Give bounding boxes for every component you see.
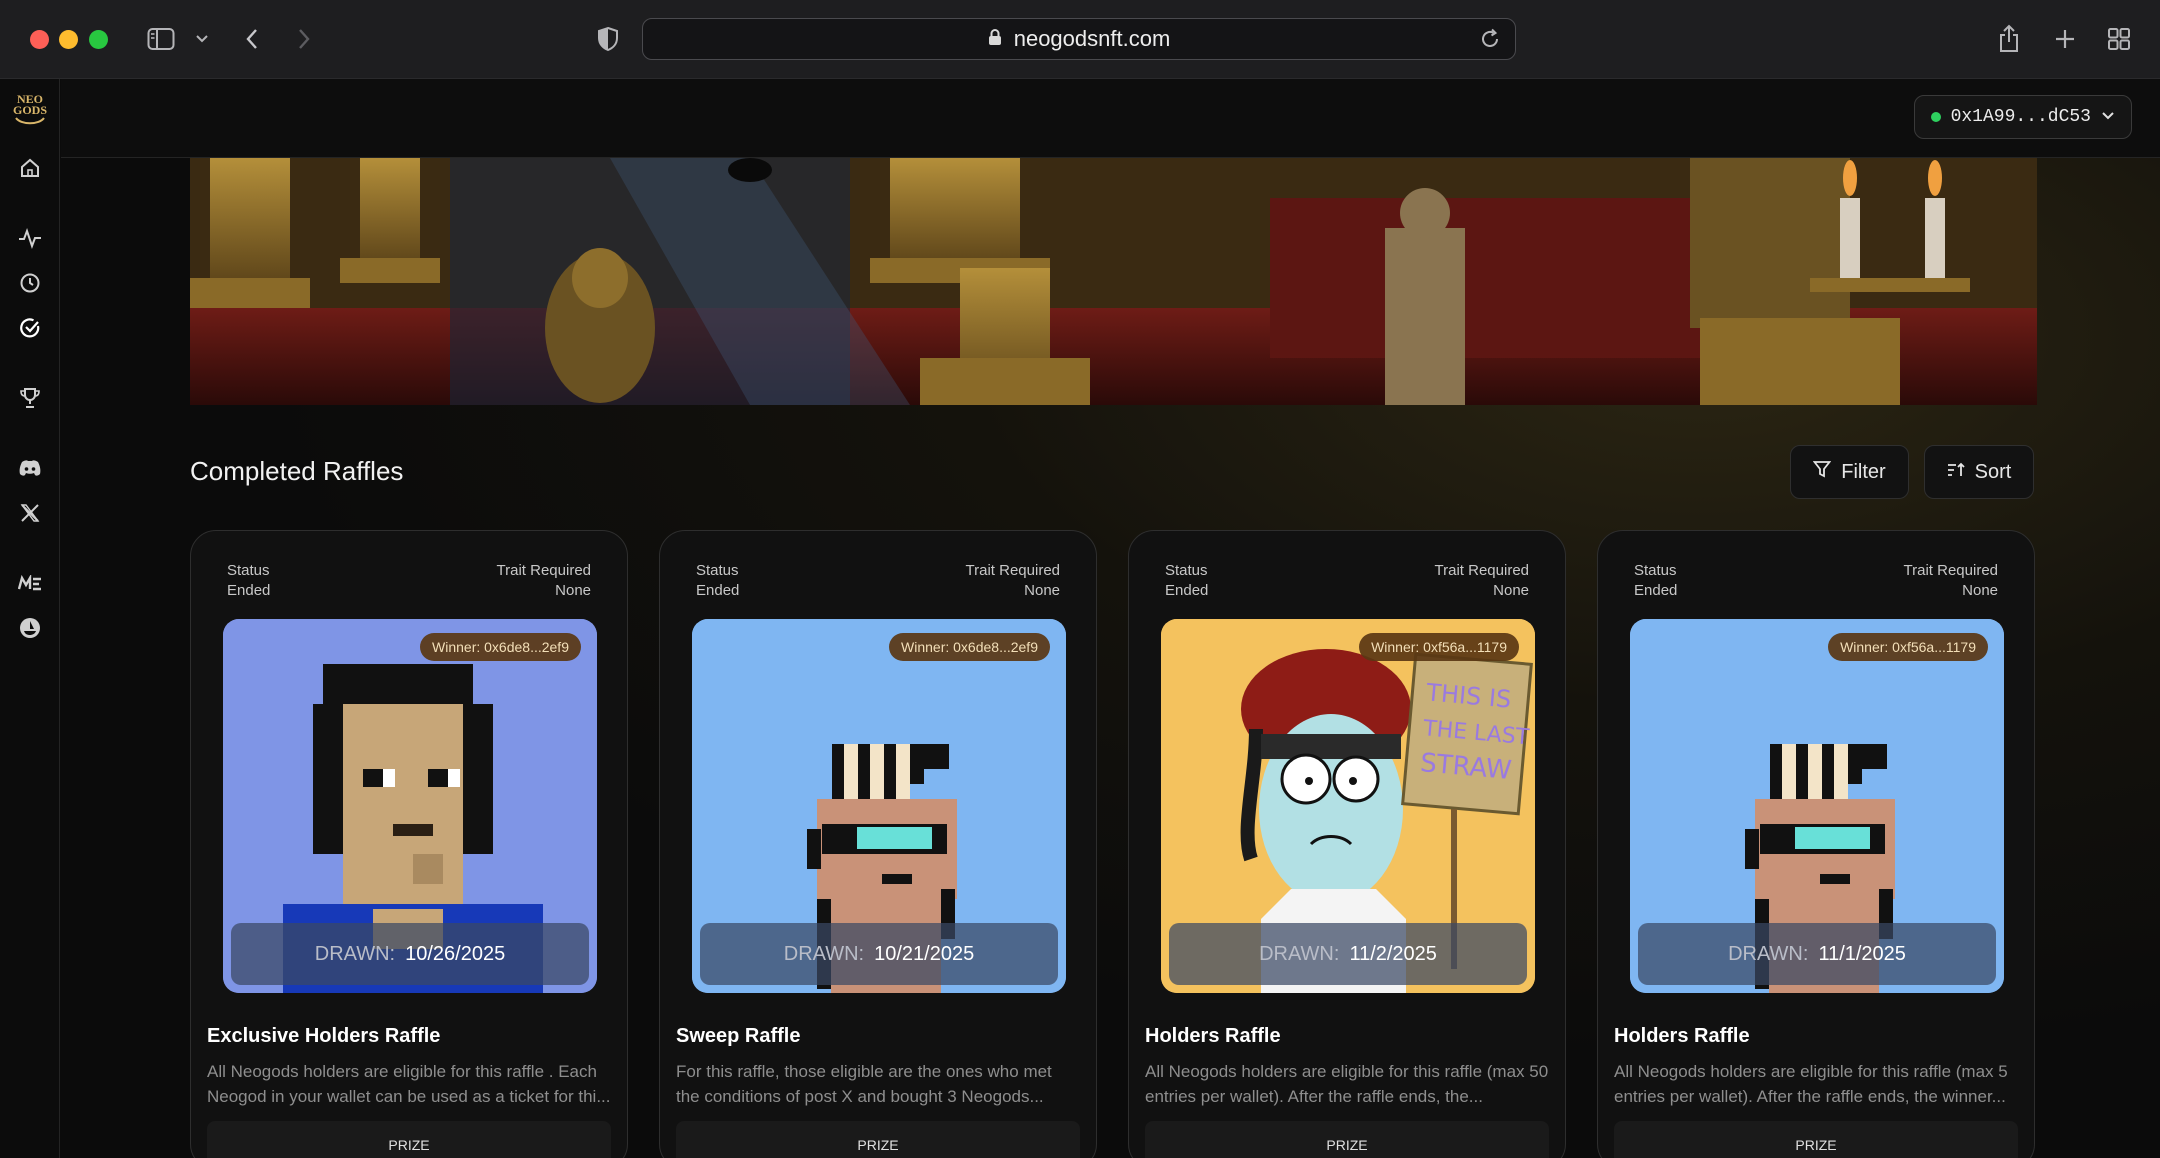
- drawn-date: 10/26/2025: [405, 942, 506, 965]
- drawn-date: 10/21/2025: [874, 942, 975, 965]
- prize-button[interactable]: PRIZE: [207, 1121, 611, 1158]
- browser-toolbar: neogodsnft.com: [0, 0, 2160, 79]
- close-window-button[interactable]: [30, 30, 49, 49]
- magic-eden-icon[interactable]: [16, 569, 44, 597]
- drawn-label: DRAWN:: [1728, 942, 1809, 965]
- shield-icon[interactable]: [594, 22, 622, 56]
- raffle-title: Holders Raffle: [1145, 1025, 1281, 1047]
- trait-label: Trait Required: [1903, 562, 1998, 579]
- address-bar[interactable]: neogodsnft.com: [642, 18, 1516, 60]
- sidebar-icon[interactable]: [146, 22, 176, 56]
- raffle-card[interactable]: Status Ended Trait Required None: [659, 530, 1097, 1158]
- drawn-date-overlay: DRAWN: 11/2/2025: [1169, 923, 1527, 985]
- status-label: Status: [1634, 562, 1677, 579]
- status-value: Ended: [227, 582, 271, 599]
- lock-icon: [988, 26, 1002, 52]
- drawn-date: 11/1/2025: [1818, 942, 1906, 965]
- check-circle-icon[interactable]: [16, 314, 44, 342]
- nft-image: Winner: 0xf56a...1179 DRAWN: 11/1/2025: [1630, 619, 2004, 993]
- trait-value: None: [1962, 582, 1998, 599]
- trait-value: None: [1493, 582, 1529, 599]
- status-value: Ended: [1634, 582, 1678, 599]
- trait-value: None: [1024, 582, 1060, 599]
- activity-icon[interactable]: [16, 224, 44, 252]
- nft-image: Winner: 0x6de8...2ef9 DRAWN: 10/26/2025: [223, 619, 597, 993]
- plus-icon[interactable]: [2050, 22, 2080, 56]
- status-value: Ended: [696, 582, 740, 599]
- forward-icon[interactable]: [292, 22, 316, 56]
- raffle-description: All Neogods holders are eligible for thi…: [207, 1062, 611, 1106]
- drawn-date-overlay: DRAWN: 10/21/2025: [700, 923, 1058, 985]
- sort-button[interactable]: Sort: [1924, 445, 2034, 499]
- wallet-connected-indicator: [1930, 112, 1941, 122]
- opensea-icon[interactable]: [16, 614, 44, 642]
- raffle-card-header: Status Ended Trait Required None: [1165, 561, 1529, 601]
- raffle-description: All Neogods holders are eligible for thi…: [1145, 1062, 1549, 1106]
- reload-icon[interactable]: [1479, 28, 1501, 56]
- raffle-description: For this raffle, those eligible are the …: [676, 1062, 1052, 1106]
- drawn-label: DRAWN:: [1259, 942, 1340, 965]
- raffle-card-header: Status Ended Trait Required None: [1634, 561, 1998, 601]
- trait-label: Trait Required: [496, 562, 591, 579]
- status-label: Status: [227, 562, 270, 579]
- status-label: Status: [696, 562, 739, 579]
- app-sidebar: NEO GODS: [0, 79, 60, 1158]
- raffle-title: Holders Raffle: [1614, 1025, 1750, 1047]
- chevron-down-icon[interactable]: [192, 22, 212, 56]
- share-icon[interactable]: [1994, 22, 2024, 56]
- raffle-title: Exclusive Holders Raffle: [207, 1025, 441, 1047]
- clock-icon[interactable]: [16, 269, 44, 297]
- trophy-icon[interactable]: [16, 384, 44, 412]
- chevron-down-icon: [2101, 107, 2115, 127]
- x-icon[interactable]: [16, 499, 44, 527]
- minimize-window-button[interactable]: [59, 30, 78, 49]
- wallet-button[interactable]: 0x1A99...dC53: [1913, 95, 2132, 139]
- winner-badge: Winner: 0x6de8...2ef9: [420, 633, 581, 661]
- drawn-date: 11/2/2025: [1349, 942, 1437, 965]
- raffle-card-header: Status Ended Trait Required None: [227, 561, 591, 601]
- drawn-date-overlay: DRAWN: 10/26/2025: [231, 923, 589, 985]
- winner-badge: Winner: 0xf56a...1179: [1828, 633, 1988, 661]
- raffle-description: All Neogods holders are eligible for thi…: [1614, 1062, 2008, 1106]
- discord-icon[interactable]: [16, 454, 44, 482]
- neogods-logo[interactable]: NEO GODS: [9, 89, 51, 131]
- sort-icon: [1947, 461, 1965, 484]
- app-header: 0x1A99...dC53: [61, 79, 2160, 158]
- trait-label: Trait Required: [1434, 562, 1529, 579]
- tabs-grid-icon[interactable]: [2104, 22, 2134, 56]
- status-label: Status: [1165, 562, 1208, 579]
- winner-badge: Winner: 0x6de8...2ef9: [889, 633, 1050, 661]
- raffle-title: Sweep Raffle: [676, 1025, 801, 1047]
- logo-text-bottom: GODS: [12, 103, 47, 117]
- filter-icon: [1812, 460, 1832, 484]
- drawn-label: DRAWN:: [314, 942, 396, 965]
- home-icon[interactable]: [16, 154, 44, 182]
- prize-button[interactable]: PRIZE: [1614, 1121, 2018, 1158]
- sort-label: Sort: [1974, 460, 2012, 483]
- raffle-card[interactable]: Status Ended Trait Required None: [1597, 530, 2035, 1158]
- prize-button[interactable]: PRIZE: [1145, 1121, 1549, 1158]
- raffle-card[interactable]: Status Ended Trait Required None: [190, 530, 628, 1158]
- filter-button[interactable]: Filter: [1790, 445, 1909, 499]
- url-text: neogodsnft.com: [1013, 26, 1171, 51]
- nft-image: Winner: 0x6de8...2ef9 DRAWN: 10/21/2025: [692, 619, 1066, 993]
- trait-label: Trait Required: [965, 562, 1060, 579]
- status-value: Ended: [1165, 582, 1209, 599]
- filter-label: Filter: [1841, 460, 1886, 483]
- drawn-label: DRAWN:: [783, 942, 865, 965]
- winner-badge: Winner: 0xf56a...1179: [1359, 633, 1519, 661]
- trait-value: None: [555, 582, 591, 599]
- prize-button[interactable]: PRIZE: [676, 1121, 1080, 1158]
- temple-banner-image: [190, 158, 2037, 405]
- section-title: Completed Raffles: [190, 456, 404, 486]
- drawn-date-overlay: DRAWN: 11/1/2025: [1638, 923, 1996, 985]
- main-content: Completed Raffles Filter Sort Status End…: [61, 158, 2160, 1158]
- raffle-card-header: Status Ended Trait Required None: [696, 561, 1060, 601]
- zoom-window-button[interactable]: [89, 30, 108, 49]
- wallet-address: 0x1A99...dC53: [1950, 107, 2091, 127]
- back-icon[interactable]: [240, 22, 264, 56]
- raffle-card[interactable]: Status Ended Trait Required None: [1128, 530, 1566, 1158]
- nft-image: THIS IS THE LAST STRAW Winner: 0xf56a...…: [1161, 619, 1535, 993]
